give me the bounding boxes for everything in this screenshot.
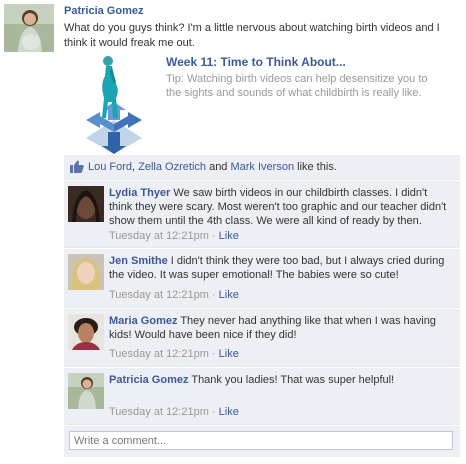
comment-dot: · [208, 230, 219, 242]
commenter-avatar[interactable] [68, 314, 104, 350]
comment-timestamp: Tuesday at 12:21pm [109, 230, 209, 242]
comment-meta: Tuesday at 12:21pm · Like [109, 406, 239, 418]
comment: Maria Gomez They never had anything like… [64, 309, 460, 367]
comment: Patricia Gomez Thank you ladies! That wa… [64, 368, 460, 425]
comment-body: Lydia Thyer We saw birth videos in our c… [109, 186, 451, 228]
comment-body: Patricia Gomez Thank you ladies! That wa… [109, 373, 451, 387]
attachment-image[interactable] [68, 54, 160, 154]
comment-composer [64, 426, 460, 457]
commenter-name[interactable]: Patricia Gomez [109, 374, 188, 386]
commenter-name[interactable]: Maria Gomez [109, 315, 177, 327]
likes-text: Lou Ford, Zella Ozretich and Mark Iverso… [88, 161, 337, 173]
liker-link-3[interactable]: Mark Iverson [230, 161, 294, 173]
comment-dot: · [208, 348, 219, 360]
liker-link-1[interactable]: Lou Ford [88, 161, 132, 173]
commenter-name[interactable]: Jen Smithe [109, 255, 168, 267]
comment-body: Jen Smithe I didn't think they were too … [109, 254, 451, 282]
comment-body: Maria Gomez They never had anything like… [109, 314, 451, 342]
commenter-avatar[interactable] [68, 254, 104, 290]
likes-bar: Lou Ford, Zella Ozretich and Mark Iverso… [64, 155, 460, 180]
post-text: What do you guys think? I'm a little ner… [64, 22, 440, 49]
comment: Jen Smithe I didn't think they were too … [64, 249, 460, 308]
comment-timestamp: Tuesday at 12:21pm [109, 406, 209, 418]
comment-meta: Tuesday at 12:21pm · Like [109, 348, 239, 360]
post-author-avatar[interactable] [4, 4, 54, 52]
like-link[interactable]: Like [219, 406, 239, 418]
liker-link-2[interactable]: Zella Ozretich [138, 161, 206, 173]
comment-timestamp: Tuesday at 12:21pm [109, 348, 209, 360]
post-author-name[interactable]: Patricia Gomez [64, 5, 143, 17]
comment-meta: Tuesday at 12:21pm · Like [109, 230, 239, 242]
comment-text: Thank you ladies! That was super helpful… [191, 374, 395, 386]
like-link[interactable]: Like [219, 289, 239, 301]
comment-timestamp: Tuesday at 12:21pm [109, 289, 209, 301]
comment-dot: · [208, 406, 219, 418]
like-link[interactable]: Like [219, 348, 239, 360]
comment-dot: · [208, 289, 219, 301]
comment-input[interactable] [69, 431, 453, 450]
commenter-name[interactable]: Lydia Thyer [109, 187, 170, 199]
likes-suffix: like this. [294, 161, 337, 173]
comment-meta: Tuesday at 12:21pm · Like [109, 289, 239, 301]
attachment-tip: Tip: Watching birth videos can help dese… [166, 73, 428, 99]
commenter-avatar[interactable] [68, 373, 104, 409]
thumbs-up-icon [70, 160, 84, 176]
comment: Lydia Thyer We saw birth videos in our c… [64, 181, 460, 248]
like-link[interactable]: Like [219, 230, 239, 242]
commenter-avatar[interactable] [68, 186, 104, 222]
attachment-title[interactable]: Week 11: Time to Think About... [166, 55, 346, 69]
likes-separator-2: and [206, 161, 231, 173]
